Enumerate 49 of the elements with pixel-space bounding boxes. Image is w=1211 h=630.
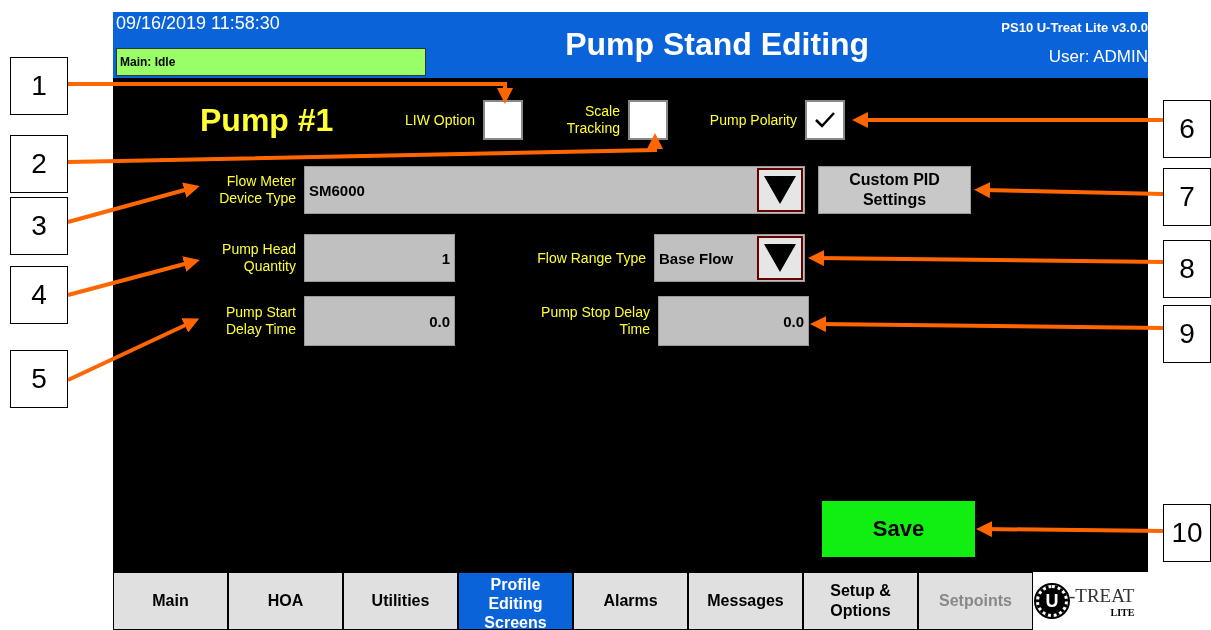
nav-tab[interactable]: Messages bbox=[688, 572, 803, 630]
field-label: Scale Tracking bbox=[565, 103, 620, 137]
version-label: PS10 U-Treat Lite v3.0.0 bbox=[1001, 20, 1148, 35]
checkbox[interactable] bbox=[628, 100, 668, 140]
logo-text: -TREAT bbox=[1069, 584, 1135, 607]
status-indicator: Main: Idle bbox=[116, 48, 426, 76]
user-label: User: ADMIN bbox=[1048, 47, 1148, 67]
caret-icon bbox=[764, 176, 796, 204]
callout-number: 5 bbox=[10, 350, 68, 408]
check-icon bbox=[814, 111, 836, 129]
field-label: Pump Stop Delay Time bbox=[540, 304, 650, 338]
callout-number: 7 bbox=[1163, 168, 1211, 226]
screen-title: Pump Stand Editing bbox=[565, 26, 870, 62]
caret-icon bbox=[764, 244, 796, 272]
logo-badge: U bbox=[1036, 585, 1068, 617]
callout-number: 2 bbox=[10, 135, 68, 193]
nav-tab[interactable]: Profile Editing Screens bbox=[458, 572, 573, 630]
dropdown-field[interactable]: SM6000 bbox=[304, 166, 805, 214]
input-field[interactable]: 0.0 bbox=[304, 296, 455, 346]
field-label: Pump Start Delay Time bbox=[224, 304, 296, 338]
input-field[interactable]: 0.0 bbox=[658, 296, 809, 346]
logo-subtext: LITE bbox=[1110, 606, 1135, 618]
checkbox[interactable] bbox=[805, 100, 845, 140]
field-label: LIW Option bbox=[404, 111, 475, 129]
field-label: Flow Range Type bbox=[537, 249, 646, 267]
checkbox[interactable] bbox=[483, 100, 523, 140]
dropdown-button[interactable] bbox=[757, 168, 803, 212]
custom-pid-button[interactable]: Custom PID Settings bbox=[818, 166, 971, 214]
nav-tab[interactable]: Utilities bbox=[343, 572, 458, 630]
nav-tab[interactable]: HOA bbox=[228, 572, 343, 630]
dropdown-button[interactable] bbox=[757, 236, 803, 280]
callout-number: 4 bbox=[10, 266, 68, 324]
callout-number: 9 bbox=[1163, 305, 1211, 363]
save-button[interactable]: Save bbox=[822, 501, 975, 557]
date-time: 09/16/2019 11:58:30 bbox=[116, 12, 281, 34]
nav-tab[interactable]: Setup & Options bbox=[803, 572, 918, 630]
field-label: Pump Polarity bbox=[709, 111, 797, 129]
callout-number: 10 bbox=[1163, 504, 1211, 562]
input-field[interactable]: 1 bbox=[304, 234, 455, 282]
dropdown-field[interactable]: Base Flow bbox=[654, 234, 805, 282]
callout-number: 3 bbox=[10, 197, 68, 255]
nav-tab[interactable]: Alarms bbox=[573, 572, 688, 630]
pump-title: Pump #1 bbox=[200, 101, 335, 139]
field-label: Pump Head Quantity bbox=[221, 241, 296, 275]
callout-number: 8 bbox=[1163, 240, 1211, 298]
nav-tab[interactable]: Main bbox=[113, 572, 228, 630]
callout-number: 1 bbox=[10, 57, 68, 115]
field-label: Flow Meter Device Type bbox=[218, 173, 296, 207]
callout-number: 6 bbox=[1163, 100, 1211, 158]
